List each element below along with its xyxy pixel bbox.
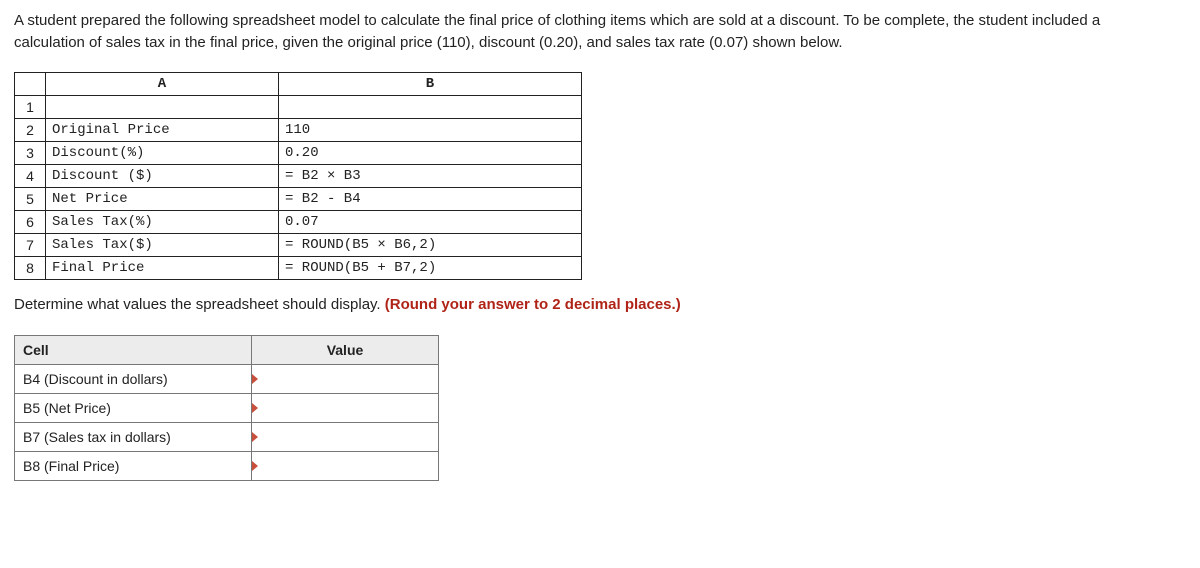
cell-b7: = ROUND(B5 × B6,2) — [279, 233, 582, 256]
answer-label: B8 (Final Price) — [15, 451, 252, 480]
cell-a5: Net Price — [46, 187, 279, 210]
row-num: 1 — [15, 95, 46, 118]
corner-cell — [15, 72, 46, 95]
row-num: 3 — [15, 141, 46, 164]
value-input-b7[interactable] — [252, 423, 438, 451]
cell-b8: = ROUND(B5 + B7,2) — [279, 256, 582, 279]
cell-b6: 0.07 — [279, 210, 582, 233]
answer-value-cell[interactable] — [252, 364, 439, 393]
answer-table: Cell Value B4 (Discount in dollars) B5 (… — [14, 335, 439, 481]
cell-a1 — [46, 95, 279, 118]
value-input-b5[interactable] — [252, 394, 438, 422]
answer-value-cell[interactable] — [252, 451, 439, 480]
col-header-a: A — [46, 72, 279, 95]
answer-label: B7 (Sales tax in dollars) — [15, 422, 252, 451]
answer-label: B4 (Discount in dollars) — [15, 364, 252, 393]
row-num: 6 — [15, 210, 46, 233]
answer-value-cell[interactable] — [252, 422, 439, 451]
row-num: 2 — [15, 118, 46, 141]
cell-b1 — [279, 95, 582, 118]
header-value: Value — [252, 335, 439, 364]
cell-b5: = B2 - B4 — [279, 187, 582, 210]
rounding-hint: (Round your answer to 2 decimal places.) — [385, 296, 681, 313]
answer-value-cell[interactable] — [252, 393, 439, 422]
cell-b3: 0.20 — [279, 141, 582, 164]
value-input-b4[interactable] — [252, 365, 438, 393]
row-num: 7 — [15, 233, 46, 256]
cell-b2: 110 — [279, 118, 582, 141]
problem-intro: A student prepared the following spreads… — [14, 10, 1174, 54]
cell-a6: Sales Tax(%) — [46, 210, 279, 233]
row-num: 5 — [15, 187, 46, 210]
cell-a8: Final Price — [46, 256, 279, 279]
row-num: 4 — [15, 164, 46, 187]
cell-b4: = B2 × B3 — [279, 164, 582, 187]
cell-a7: Sales Tax($) — [46, 233, 279, 256]
row-num: 8 — [15, 256, 46, 279]
prompt-text: Determine what values the spreadsheet sh… — [14, 296, 385, 313]
cell-a2: Original Price — [46, 118, 279, 141]
col-header-b: B — [279, 72, 582, 95]
value-input-b8[interactable] — [252, 452, 438, 480]
cell-a4: Discount ($) — [46, 164, 279, 187]
header-cell: Cell — [15, 335, 252, 364]
cell-a3: Discount(%) — [46, 141, 279, 164]
spreadsheet-table: A B 1 2 Original Price 110 3 Discount(%)… — [14, 72, 582, 280]
answer-label: B5 (Net Price) — [15, 393, 252, 422]
question-prompt: Determine what values the spreadsheet sh… — [14, 296, 1186, 313]
